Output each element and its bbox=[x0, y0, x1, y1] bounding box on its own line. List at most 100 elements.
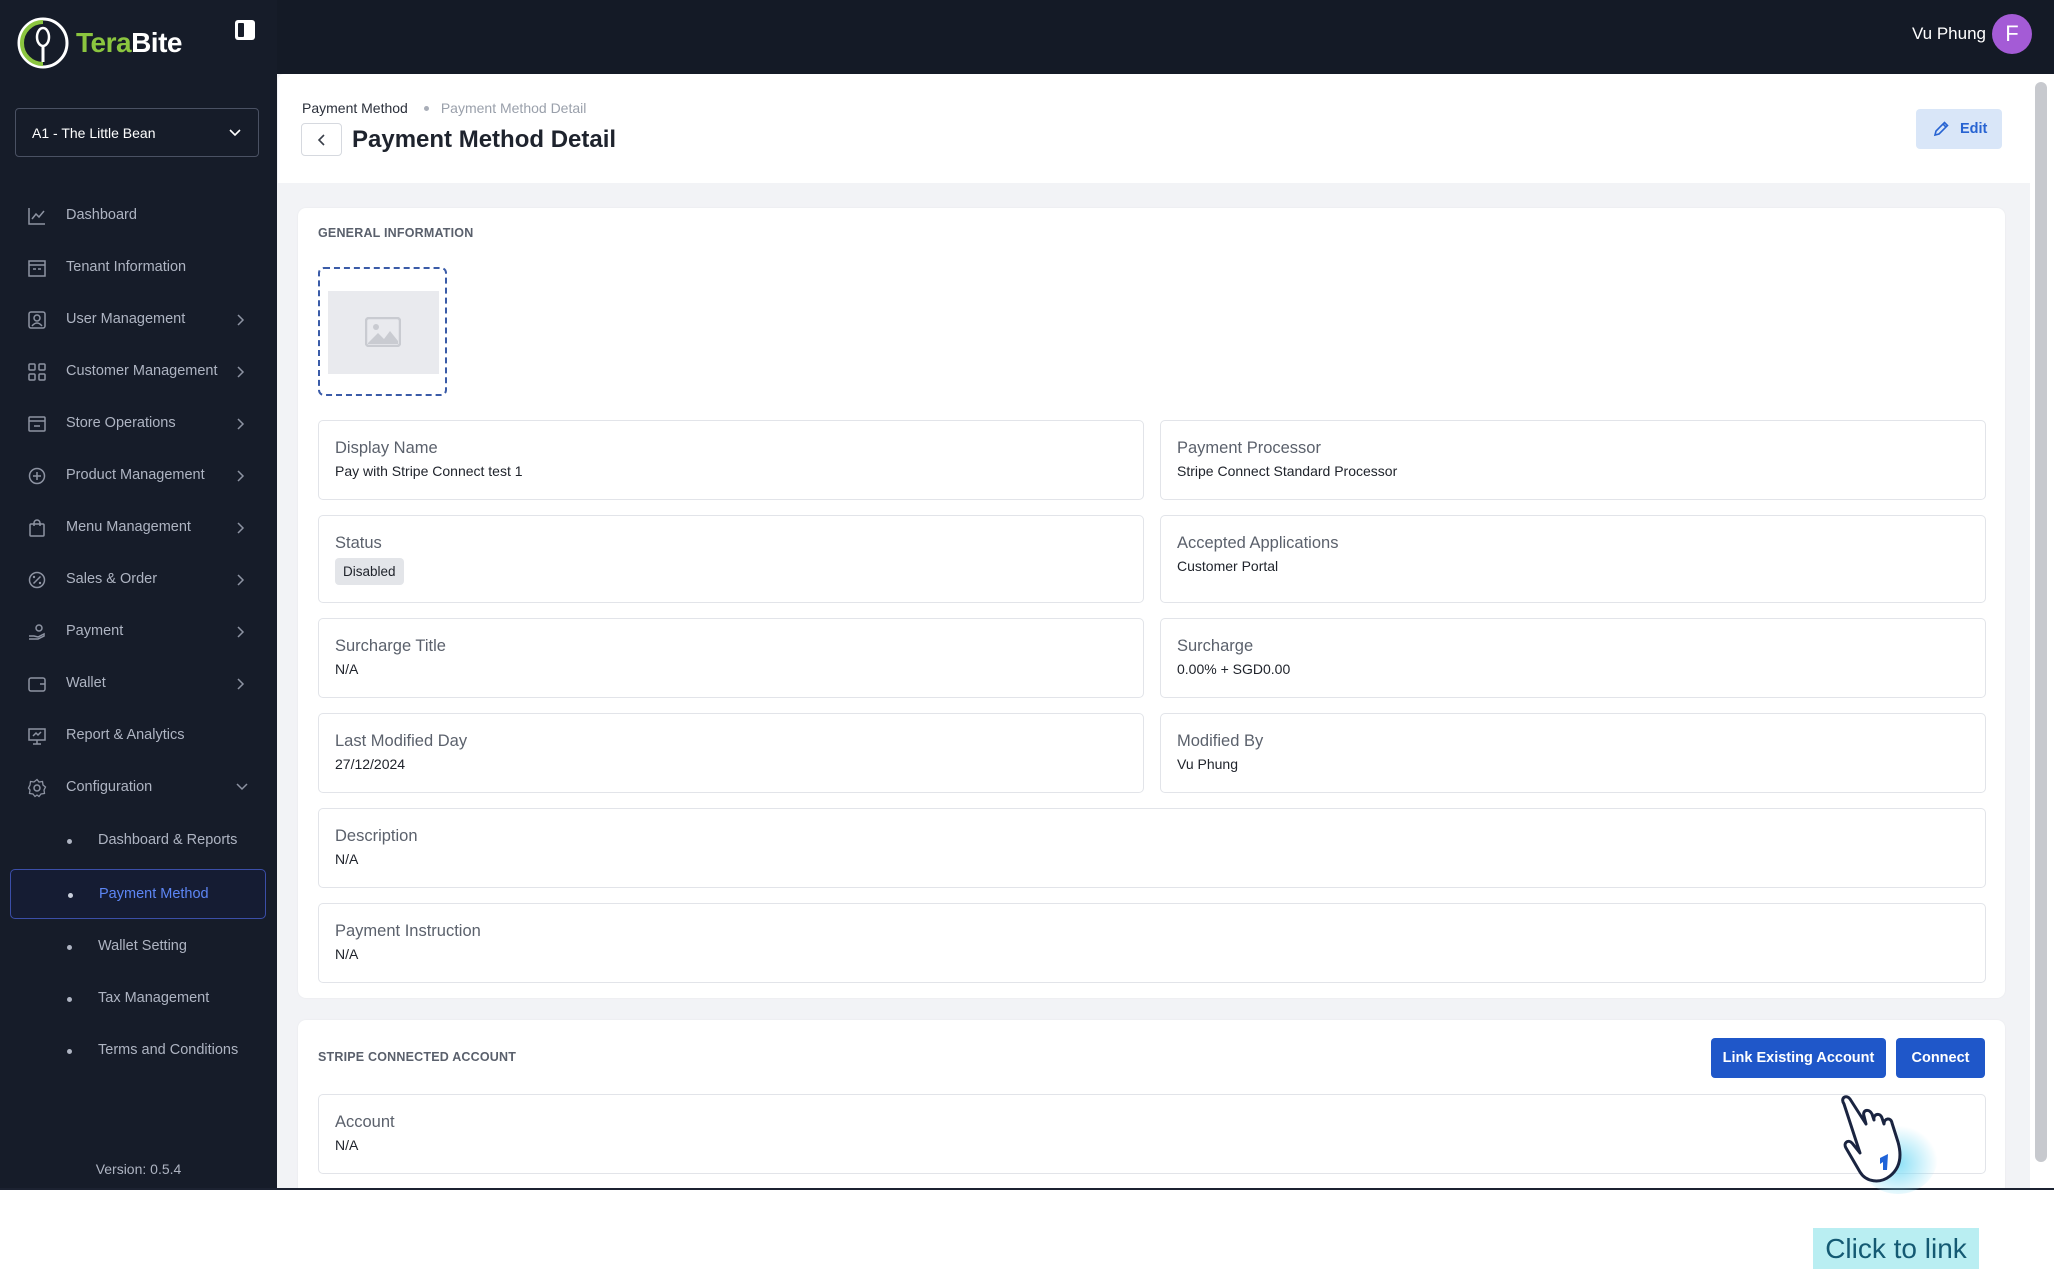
stripe-connected-account-card: STRIPE CONNECTED ACCOUNT Link Existing A… bbox=[298, 1020, 2005, 1190]
app-version: Version: 0.5.4 bbox=[95, 1161, 182, 1177]
percent-icon bbox=[28, 571, 46, 589]
modified-by-value: Vu Phung bbox=[1177, 756, 1238, 772]
chevron-right-icon bbox=[237, 574, 245, 586]
surcharge-label: Surcharge bbox=[1177, 637, 1254, 655]
display-name-label: Display Name bbox=[335, 439, 438, 457]
sidebar-item-configuration[interactable]: Configuration bbox=[0, 762, 277, 814]
tenant-select[interactable]: A1 - The Little Bean bbox=[15, 108, 259, 157]
chevron-down-icon bbox=[229, 129, 241, 137]
scrollbar[interactable] bbox=[2030, 74, 2054, 1190]
sidebar-item-payment[interactable]: Payment bbox=[0, 606, 277, 658]
chevron-right-icon bbox=[237, 626, 245, 638]
surcharge-value: 0.00% + SGD0.00 bbox=[1177, 661, 1291, 677]
surcharge-title-value: N/A bbox=[335, 661, 359, 677]
sidebar-item-customer-management[interactable]: Customer Management bbox=[0, 346, 277, 398]
chevron-right-icon bbox=[237, 678, 245, 690]
logo[interactable]: TeraBite bbox=[16, 16, 182, 70]
sidebar-item-sales-order[interactable]: Sales & Order bbox=[0, 554, 277, 606]
click-to-link-note: Click to link bbox=[1813, 1228, 1979, 1269]
description-value: N/A bbox=[335, 851, 359, 867]
sidebar-subitem-dashboard-reports[interactable]: Dashboard & Reports bbox=[10, 816, 266, 866]
bullet-icon bbox=[68, 893, 73, 898]
image-icon bbox=[365, 317, 401, 347]
sidebar-item-report-analytics[interactable]: Report & Analytics bbox=[0, 710, 277, 762]
description-field: Description N/A bbox=[318, 808, 1986, 888]
sidebar-toggle-icon[interactable] bbox=[234, 19, 256, 41]
chevron-down-icon bbox=[236, 783, 248, 791]
section-title: GENERAL INFORMATION bbox=[318, 226, 474, 240]
sidebar-item-menu-management[interactable]: Menu Management bbox=[0, 502, 277, 554]
payment-processor-field: Payment Processor Stripe Connect Standar… bbox=[1160, 420, 1986, 500]
grid-icon bbox=[28, 363, 46, 381]
payment-instruction-field: Payment Instruction N/A bbox=[318, 903, 1986, 983]
breadcrumb-current: Payment Method Detail bbox=[440, 100, 587, 116]
sidebar-item-dashboard[interactable]: Dashboard bbox=[0, 190, 277, 242]
hand-coin-icon bbox=[29, 624, 45, 640]
logo-icon bbox=[17, 17, 69, 69]
main-content: Payment Method Payment Method Detail Pay… bbox=[278, 74, 2030, 1190]
sidebar-item-tenant-information[interactable]: Tenant Information bbox=[0, 242, 277, 294]
modified-by-field: Modified By Vu Phung bbox=[1160, 713, 1986, 793]
surcharge-field: Surcharge 0.00% + SGD0.00 bbox=[1160, 618, 1986, 698]
user-name[interactable]: Vu Phung bbox=[1912, 24, 1986, 44]
store-icon bbox=[28, 416, 46, 432]
tenant-select-value: A1 - The Little Bean bbox=[32, 124, 156, 141]
last-modified-field: Last Modified Day 27/12/2024 bbox=[318, 713, 1144, 793]
page-title: Payment Method Detail bbox=[352, 126, 617, 153]
payment-instruction-label: Payment Instruction bbox=[335, 922, 481, 940]
display-name-field: Display Name Pay with Stripe Connect tes… bbox=[318, 420, 1144, 500]
account-field: Account N/A bbox=[318, 1094, 1986, 1174]
back-button[interactable] bbox=[301, 123, 342, 156]
bullet-icon bbox=[67, 997, 72, 1002]
chevron-right-icon bbox=[237, 470, 245, 482]
display-name-value: Pay with Stripe Connect test 1 bbox=[335, 463, 523, 479]
chevron-right-icon bbox=[237, 314, 245, 326]
payment-processor-label: Payment Processor bbox=[1177, 439, 1321, 457]
chart-line-icon bbox=[28, 208, 45, 225]
user-square-icon bbox=[28, 311, 46, 329]
avatar[interactable]: F bbox=[1992, 14, 2032, 54]
accepted-applications-value: Customer Portal bbox=[1177, 558, 1279, 574]
link-existing-account-button[interactable]: Link Existing Account bbox=[1711, 1038, 1886, 1078]
breadcrumb-parent[interactable]: Payment Method bbox=[302, 100, 408, 116]
last-modified-label: Last Modified Day bbox=[335, 732, 468, 750]
account-value: N/A bbox=[335, 1137, 359, 1153]
description-label: Description bbox=[335, 827, 418, 845]
edit-button[interactable]: Edit bbox=[1916, 109, 2002, 149]
sidebar-item-store-operations[interactable]: Store Operations bbox=[0, 398, 277, 450]
page-header: Payment Method Payment Method Detail Pay… bbox=[278, 74, 2030, 183]
breadcrumb: Payment Method Payment Method Detail bbox=[302, 100, 586, 116]
hand-cursor-icon bbox=[1841, 1095, 1938, 1194]
modified-by-label: Modified By bbox=[1177, 732, 1264, 750]
scrollbar-thumb[interactable] bbox=[2035, 82, 2047, 1162]
pencil-icon bbox=[1933, 121, 1949, 137]
bullet-icon bbox=[67, 945, 72, 950]
status-label: Status bbox=[335, 534, 382, 552]
sidebar-item-wallet[interactable]: Wallet bbox=[0, 658, 277, 710]
accepted-applications-label: Accepted Applications bbox=[1177, 534, 1339, 552]
sidebar-subitem-wallet-setting[interactable]: Wallet Setting bbox=[10, 922, 266, 972]
sidebar-subitem-payment-method[interactable]: Payment Method bbox=[10, 869, 266, 919]
bag-icon bbox=[29, 519, 45, 537]
bullet-icon bbox=[67, 839, 72, 844]
image-placeholder-inner bbox=[328, 291, 439, 374]
chevron-right-icon bbox=[237, 366, 245, 378]
sidebar-subitem-terms-conditions[interactable]: Terms and Conditions bbox=[10, 1026, 266, 1076]
connect-button[interactable]: Connect bbox=[1896, 1038, 1985, 1078]
accepted-applications-field: Accepted Applications Customer Portal bbox=[1160, 515, 1986, 603]
sidebar-subitem-tax-management[interactable]: Tax Management bbox=[10, 974, 266, 1024]
app-window: Vu Phung F TeraBite A1 - The Little Bean… bbox=[0, 0, 2054, 1190]
sidebar: TeraBite A1 - The Little Bean Dashboard … bbox=[0, 0, 277, 1190]
bullet-icon bbox=[67, 1049, 72, 1054]
image-placeholder[interactable] bbox=[318, 267, 447, 396]
product-icon bbox=[28, 467, 46, 485]
sidebar-item-user-management[interactable]: User Management bbox=[0, 294, 277, 346]
surcharge-title-label: Surcharge Title bbox=[335, 637, 446, 655]
surcharge-title-field: Surcharge Title N/A bbox=[318, 618, 1144, 698]
brand-name: TeraBite bbox=[76, 27, 182, 58]
chevron-left-icon bbox=[317, 134, 325, 146]
last-modified-value: 27/12/2024 bbox=[335, 756, 406, 772]
sidebar-item-product-management[interactable]: Product Management bbox=[0, 450, 277, 502]
frame-border bbox=[0, 1188, 2054, 1190]
general-information-card: GENERAL INFORMATION Display Name Pay wit… bbox=[298, 208, 2005, 998]
